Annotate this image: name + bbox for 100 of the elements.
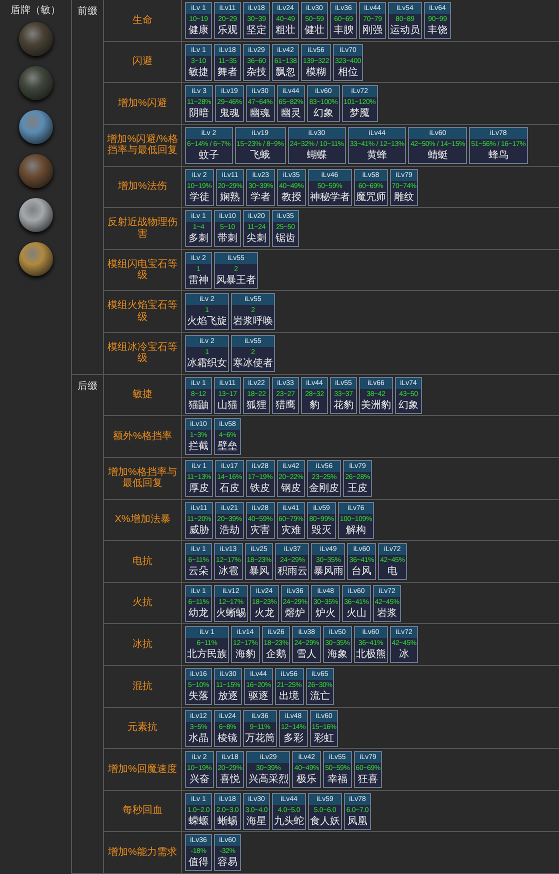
tier-name: 兴高采烈 — [247, 774, 290, 788]
affix-type-label: 冰抗 — [132, 638, 152, 650]
tier-name: 模糊 — [305, 66, 328, 80]
tier-name: 刚强 — [362, 25, 384, 38]
tier-name: 解构 — [344, 524, 367, 538]
affix-type-label: 增加%格挡率与最低回复 — [107, 466, 178, 490]
tier-name: 山猫 — [216, 400, 238, 413]
tier-name: 黄蜂 — [366, 150, 388, 163]
tier-name: 多彩 — [282, 732, 304, 746]
tier-name: 值得 — [188, 857, 210, 870]
tier-name: 美洲豹 — [360, 400, 392, 413]
tier-name: 云朵 — [188, 566, 210, 580]
tier-name: 雕纹 — [393, 192, 416, 205]
tier-name: 九头蛇 — [273, 816, 305, 829]
tier-name: 乐观 — [216, 25, 238, 38]
tier-name: 积雨云 — [276, 566, 308, 580]
affix-type-label: 元素抗 — [128, 722, 158, 734]
tier-name: 企鹅 — [265, 649, 288, 662]
affix-type-label: 电抗 — [132, 556, 152, 568]
tier-name: 学者 — [250, 192, 272, 205]
tier-name: 杂技 — [246, 66, 268, 80]
tier-name: 蚊子 — [198, 150, 220, 163]
tier-name: 台风 — [350, 566, 373, 580]
tier-name: 粗壮 — [274, 25, 296, 38]
tier-name: 相位 — [337, 66, 360, 80]
tier-name: 运动员 — [389, 25, 421, 38]
affix-type-label: 生命 — [132, 14, 152, 26]
affix-type-label: 模组冰冷宝石等级 — [106, 342, 178, 365]
affix-type-label: 闪避 — [132, 56, 152, 68]
tier-name: 健壮 — [304, 25, 326, 38]
tier-name: 幼龙 — [188, 608, 210, 621]
tier-name: 流亡 — [308, 690, 331, 704]
tier-name: 北方民族 — [186, 649, 228, 662]
tier-name: 彩虹 — [313, 732, 336, 746]
tier-name: 威胁 — [188, 524, 210, 538]
tier-name: 铁皮 — [249, 482, 272, 496]
tier-name: 北极熊 — [354, 649, 387, 662]
tier-name: 幽灵 — [280, 108, 302, 122]
affix-type-label: X%增加法暴 — [114, 514, 170, 526]
tier-name: 阴暗 — [188, 108, 210, 122]
tier-name: 火蜥蜴 — [215, 608, 247, 621]
tier-name: 蝾螈 — [188, 816, 210, 829]
tier-name: 火龙 — [253, 608, 276, 621]
tier-name: 兴奋 — [188, 774, 210, 788]
tier-name: 锯齿 — [274, 233, 296, 246]
tier-name: 鬼魂 — [218, 108, 241, 122]
tier-name: 猫鼬 — [188, 400, 210, 413]
affix-type-label: 增加%能力需求 — [108, 846, 177, 858]
tier-name: 厚皮 — [188, 482, 210, 496]
tier-name: 金刚皮 — [308, 482, 340, 496]
tier-name: 钢皮 — [280, 482, 302, 496]
tier-name: 坚定 — [246, 25, 268, 38]
tier-name: 容易 — [216, 857, 238, 870]
tier-name: 暴风雨 — [312, 566, 344, 580]
tier-name: 健康 — [188, 25, 210, 38]
tier-name: 丰饶 — [426, 25, 448, 38]
tier-name: 火山 — [345, 608, 368, 621]
tier-name: 灾害 — [249, 524, 272, 538]
affix-type-label: 模组火焰宝石等级 — [106, 300, 178, 324]
tier-name: 花豹 — [332, 400, 354, 413]
tier-name: 幸福 — [326, 774, 348, 788]
tier-name: 蜂鸟 — [487, 150, 510, 163]
affix-type-label: 增加%闪避/%格挡率与最低回复 — [106, 134, 179, 157]
tier-name: 海豹 — [234, 649, 256, 662]
tier-name: 海象 — [326, 649, 348, 662]
tier-name: 多刺 — [188, 233, 210, 246]
tier-name: 学徒 — [188, 192, 210, 205]
affix-type-label: 每秒回血 — [122, 805, 162, 817]
tier-name: 食人妖 — [309, 816, 341, 829]
affix-type-label: 敏捷 — [132, 389, 152, 401]
tier-name: 暴风 — [248, 566, 270, 580]
affix-type-label: 增加%回魔速度 — [108, 764, 177, 776]
tier-name: 风暴王者 — [215, 274, 257, 288]
tier-name: 火焰飞旋 — [186, 316, 228, 330]
tier-name: 飘忽 — [274, 66, 296, 80]
group-label: 后缀 — [78, 380, 98, 392]
tier-name: 幻象 — [312, 108, 334, 122]
tier-name: 浩劫 — [218, 524, 241, 538]
tier-name: 冰 — [398, 649, 410, 662]
tier-name: 驱逐 — [248, 690, 270, 704]
tier-name: 雷神 — [188, 274, 210, 288]
tier-name: 魔咒师 — [354, 192, 387, 205]
tier-name: 舞者 — [216, 66, 238, 80]
affix-type-label: 增加%法伤 — [118, 181, 167, 193]
tier-name: 冰霜织女 — [186, 358, 228, 372]
tier-name: 海星 — [246, 816, 268, 829]
tier-name: 熔炉 — [284, 608, 306, 621]
tier-name: 喜悦 — [219, 774, 242, 788]
tier-name: 棱镜 — [216, 732, 238, 746]
tier-name: 狐狸 — [246, 400, 268, 413]
tier-name: 丰腴 — [332, 25, 354, 38]
tier-name: 带刺 — [216, 233, 238, 246]
tier-name: 拦截 — [188, 441, 210, 454]
tier-name: 失落 — [188, 690, 210, 704]
tier-name: 冰雹 — [217, 566, 240, 580]
tier-name: 神秘学者 — [308, 192, 351, 205]
affix-type-label: 混抗 — [132, 680, 152, 692]
tier-name: 极乐 — [296, 774, 318, 788]
tier-name: 猎鹰 — [274, 400, 296, 413]
tier-name: 岩浆 — [376, 608, 398, 621]
